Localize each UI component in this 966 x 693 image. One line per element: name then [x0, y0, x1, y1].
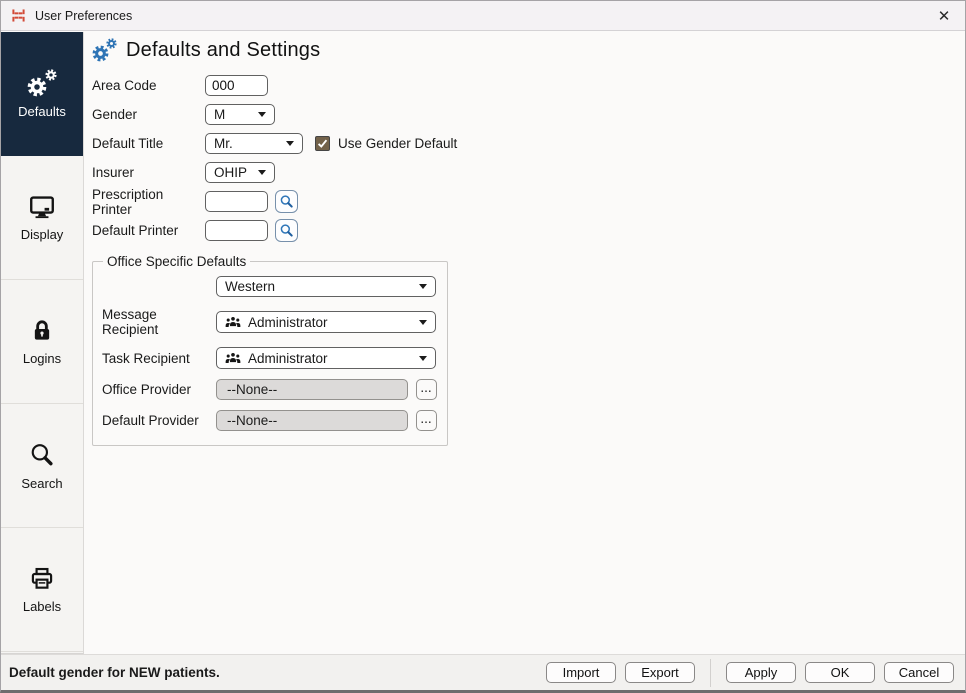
message-recipient-select[interactable]: Administrator: [216, 311, 436, 333]
status-bar: Default gender for NEW patients. Import …: [1, 654, 965, 690]
office-specific-defaults-legend: Office Specific Defaults: [107, 254, 247, 269]
default-printer-input[interactable]: [205, 220, 268, 241]
printer-icon: [31, 567, 53, 589]
button-divider: [710, 658, 711, 687]
default-title-select[interactable]: Mr.: [205, 133, 303, 154]
monitor-icon: [30, 195, 54, 218]
sidebar-item-label: Logins: [22, 351, 62, 366]
default-provider-value: --None--: [227, 413, 278, 428]
apply-button[interactable]: Apply: [726, 662, 796, 683]
office-select[interactable]: Western: [216, 276, 436, 297]
user-preferences-window: User Preferences ✕ Defaults Display Logi…: [0, 0, 966, 693]
dropdown-arrow-icon: [419, 319, 427, 325]
dropdown-arrow-icon: [258, 112, 266, 117]
title-bar: User Preferences ✕: [1, 1, 965, 31]
sidebar-item-search[interactable]: Search: [1, 404, 83, 528]
default-provider-field: --None--: [216, 410, 408, 431]
default-printer-label: Default Printer: [92, 223, 179, 238]
sidebar-item-labels[interactable]: Labels: [1, 528, 83, 652]
default-provider-label: Default Provider: [102, 413, 199, 428]
dropdown-arrow-icon: [419, 355, 427, 361]
task-recipient-select[interactable]: Administrator: [216, 347, 436, 369]
insurer-label: Insurer: [92, 165, 135, 180]
magnifier-icon: [280, 195, 293, 208]
main-content: Defaults and Settings Area Code Gender M…: [85, 32, 965, 654]
office-value: Western: [225, 279, 276, 294]
prescription-printer-input[interactable]: [205, 191, 268, 212]
check-icon: [317, 139, 328, 148]
page-title: Defaults and Settings: [126, 38, 321, 61]
office-provider-field: --None--: [216, 379, 408, 400]
magnifier-icon: [31, 443, 53, 465]
import-button[interactable]: Import: [546, 662, 616, 683]
office-provider-browse-button[interactable]: ...: [416, 379, 437, 400]
status-hint: Default gender for NEW patients.: [9, 665, 220, 680]
message-recipient-label: Message Recipient: [102, 307, 159, 337]
sidebar: Defaults Display Logins Search Labels: [1, 32, 84, 654]
use-gender-default-checkbox[interactable]: [315, 136, 330, 151]
dropdown-arrow-icon: [286, 141, 294, 146]
prescription-printer-label: Prescription Printer: [92, 186, 164, 217]
sidebar-item-label: Defaults: [18, 103, 66, 119]
window-title: User Preferences: [35, 8, 133, 23]
prescription-printer-search-button[interactable]: [275, 190, 298, 213]
area-code-label: Area Code: [92, 78, 157, 93]
sidebar-item-label: Search: [21, 475, 63, 491]
use-gender-default-label: Use Gender Default: [338, 136, 458, 151]
dropdown-arrow-icon: [419, 284, 427, 289]
task-recipient-value: Administrator: [248, 350, 328, 366]
default-printer-search-button[interactable]: [275, 219, 298, 242]
gender-select[interactable]: M: [205, 104, 275, 125]
magnifier-icon: [280, 224, 293, 237]
default-title-label: Default Title: [92, 136, 164, 151]
cancel-button[interactable]: Cancel: [884, 662, 954, 683]
dropdown-arrow-icon: [258, 170, 266, 175]
sidebar-item-logins[interactable]: Logins: [1, 280, 83, 404]
task-recipient-label: Task Recipient: [102, 350, 190, 366]
button-group: Import Export Apply OK Cancel: [546, 658, 954, 687]
lock-icon: [34, 320, 50, 340]
office-provider-value: --None--: [227, 382, 278, 397]
gender-value: M: [214, 107, 226, 122]
sidebar-item-display[interactable]: Display: [1, 156, 83, 280]
close-button[interactable]: ✕: [929, 3, 959, 29]
gears-icon: [27, 68, 57, 97]
export-button[interactable]: Export: [625, 662, 695, 683]
default-provider-browse-button[interactable]: ...: [416, 410, 437, 431]
insurer-select[interactable]: OHIP: [205, 162, 275, 183]
message-recipient-value: Administrator: [248, 314, 328, 330]
people-icon: [225, 352, 241, 363]
settings-gears-icon: [92, 38, 117, 62]
people-icon: [225, 316, 241, 327]
sidebar-item-label: Labels: [22, 598, 62, 614]
area-code-input[interactable]: [205, 75, 268, 96]
office-provider-label: Office Provider: [102, 382, 192, 397]
office-specific-defaults-group: Office Specific Defaults Western Message…: [92, 254, 448, 446]
default-title-value: Mr.: [214, 136, 233, 151]
insurer-value: OHIP: [214, 165, 248, 180]
app-brackets-icon: [12, 9, 25, 22]
ok-button[interactable]: OK: [805, 662, 875, 683]
gender-label: Gender: [92, 107, 138, 122]
sidebar-item-defaults[interactable]: Defaults: [1, 32, 83, 156]
sidebar-item-label: Display: [20, 226, 64, 242]
